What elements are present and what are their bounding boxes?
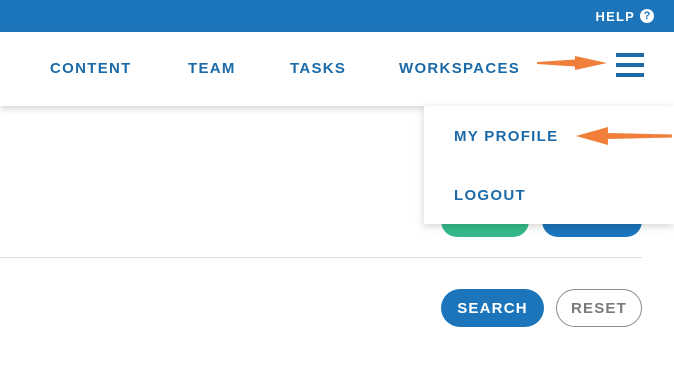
hamburger-menu-icon[interactable] [616,53,644,77]
annotation-arrow-profile [576,127,672,145]
help-label: HELP [595,8,635,24]
nav-content[interactable]: CONTENT [50,60,132,77]
nav-workspaces[interactable]: WORKSPACES [399,60,520,77]
menu-item-logout[interactable]: LOGOUT [454,187,526,204]
question-icon: ? [640,9,654,23]
help-link[interactable]: HELP ? [596,7,654,25]
menu-item-my-profile[interactable]: MY PROFILE [454,128,558,145]
section-divider [0,257,642,258]
reset-button[interactable]: RESET [556,289,642,327]
top-utility-bar: HELP ? [0,0,674,32]
search-button[interactable]: SEARCH [441,289,544,327]
annotation-arrow-menu [537,56,607,70]
nav-tasks[interactable]: TASKS [290,60,346,77]
nav-team[interactable]: TEAM [188,60,236,77]
